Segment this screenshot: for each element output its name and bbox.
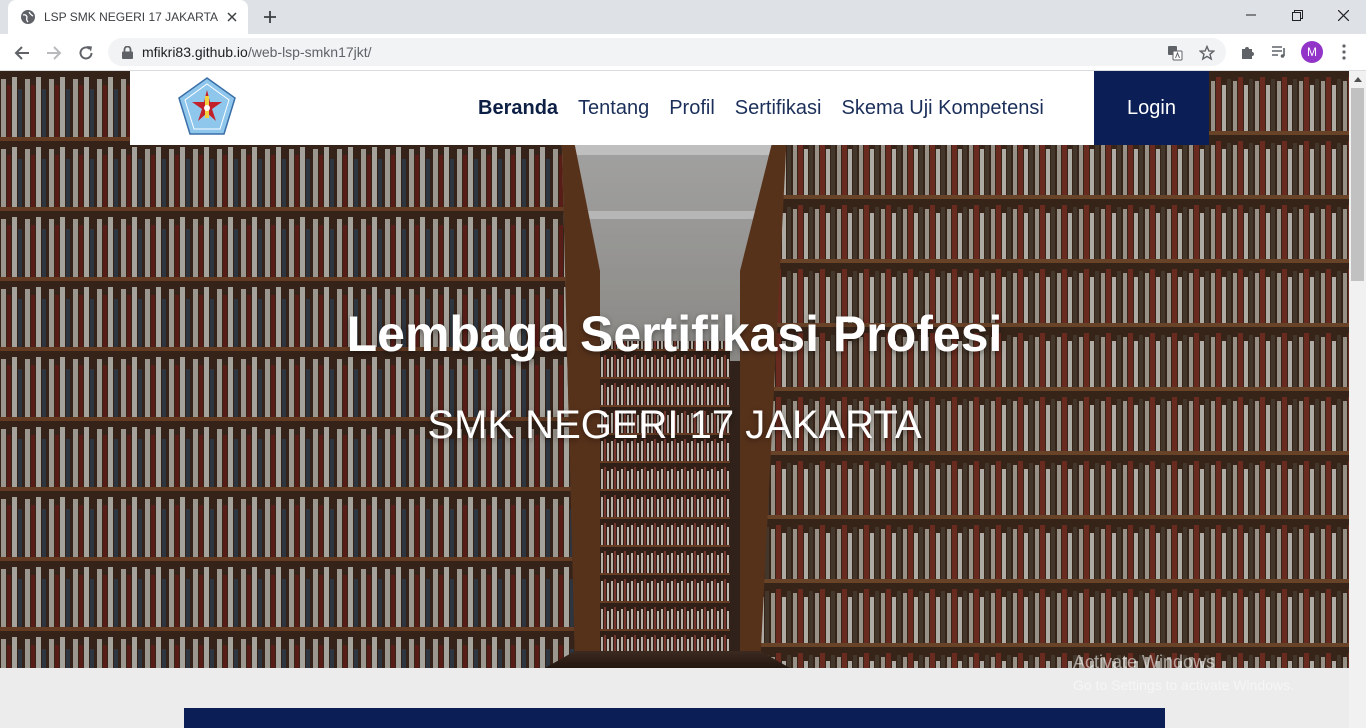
scroll-up-arrow-icon[interactable] — [1349, 71, 1366, 88]
watermark-subtitle: Go to Settings to activate Windows. — [1073, 677, 1294, 693]
translate-icon[interactable] — [1166, 44, 1184, 62]
school-logo[interactable] — [176, 76, 238, 138]
lock-icon[interactable] — [120, 45, 134, 59]
browser-tab[interactable]: LSP SMK NEGERI 17 JAKARTA — [8, 0, 248, 34]
close-tab-icon[interactable] — [224, 9, 240, 25]
page-scrollbar[interactable] — [1349, 71, 1366, 728]
browser-menu-icon[interactable] — [1334, 42, 1354, 62]
nav-item-beranda[interactable]: Beranda — [478, 97, 558, 120]
reload-button[interactable] — [72, 39, 100, 67]
page-viewport: Lembaga Sertifikasi Profesi SMK NEGERI 1… — [0, 71, 1349, 728]
close-window-button[interactable] — [1320, 0, 1366, 30]
main-navigation: Beranda Tentang Profil Sertifikasi Skema… — [478, 71, 1064, 145]
nav-item-tentang[interactable]: Tentang — [578, 97, 649, 120]
forward-button[interactable] — [40, 39, 68, 67]
bookmark-star-icon[interactable] — [1198, 44, 1216, 62]
hero-subtitle: SMK NEGERI 17 JAKARTA — [427, 403, 922, 447]
url-path: /web-lsp-smkn17jkt/ — [247, 44, 372, 60]
browser-toolbar: mfikri83.github.io/web-lsp-smkn17jkt/ M — [0, 34, 1366, 71]
url-host: mfikri83.github.io — [142, 44, 248, 60]
address-bar[interactable]: mfikri83.github.io/web-lsp-smkn17jkt/ — [108, 38, 1226, 66]
profile-avatar[interactable]: M — [1301, 41, 1323, 63]
activate-windows-watermark: Activate Windows Go to Settings to activ… — [1073, 652, 1294, 693]
nav-item-sertifikasi[interactable]: Sertifikasi — [735, 97, 822, 120]
restore-window-button[interactable] — [1274, 0, 1320, 30]
minimize-window-button[interactable] — [1228, 0, 1274, 30]
content-section-header — [184, 708, 1165, 728]
globe-icon — [20, 9, 36, 25]
extensions-puzzle-icon[interactable] — [1238, 42, 1258, 62]
hero-title: Lembaga Sertifikasi Profesi — [346, 306, 1003, 362]
hero-banner: Lembaga Sertifikasi Profesi SMK NEGERI 1… — [0, 71, 1349, 668]
nav-item-skema-uji-kompetensi[interactable]: Skema Uji Kompetensi — [841, 97, 1043, 120]
browser-tab-strip: LSP SMK NEGERI 17 JAKARTA — [0, 0, 1366, 34]
tab-title: LSP SMK NEGERI 17 JAKARTA — [44, 10, 219, 24]
new-tab-button[interactable] — [258, 5, 282, 29]
back-button[interactable] — [8, 39, 36, 67]
url-text[interactable]: mfikri83.github.io/web-lsp-smkn17jkt/ — [142, 44, 372, 60]
hero-overlay — [0, 71, 1349, 668]
nav-item-profil[interactable]: Profil — [669, 97, 715, 120]
site-navbar: Beranda Tentang Profil Sertifikasi Skema… — [130, 71, 1209, 145]
watermark-title: Activate Windows — [1073, 652, 1216, 672]
login-button[interactable]: Login — [1094, 71, 1209, 145]
media-queue-icon[interactable] — [1269, 42, 1289, 62]
scrollbar-thumb[interactable] — [1351, 88, 1364, 281]
